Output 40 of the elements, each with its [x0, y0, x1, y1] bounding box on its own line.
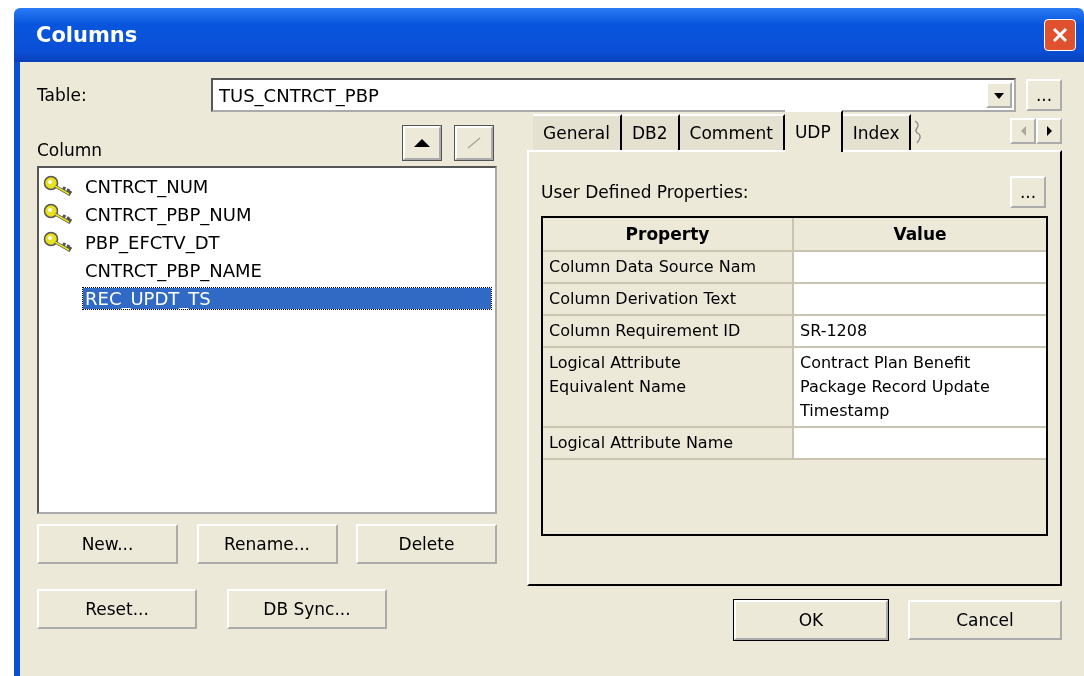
table-label: Table:	[37, 85, 87, 105]
list-action-button[interactable]: Rename...	[196, 524, 338, 564]
dialog-button[interactable]: OK	[734, 600, 888, 640]
column-item[interactable]: REC_UPDT_TS	[83, 287, 491, 309]
value-cell[interactable]	[794, 284, 1046, 314]
dialog-button[interactable]: Cancel	[908, 600, 1062, 640]
column-item[interactable]: CNTRCT_NUM	[83, 175, 211, 197]
column-label: Column	[37, 140, 103, 160]
value-cell[interactable]	[794, 428, 1046, 458]
value-cell[interactable]: Contract Plan Benefit Package Record Update Timestamp	[794, 348, 1046, 426]
close-button[interactable]	[1044, 19, 1076, 51]
action-button[interactable]: Reset...	[37, 589, 197, 629]
tab[interactable]: Comment	[679, 114, 785, 150]
dropdown-button[interactable]	[986, 82, 1012, 108]
tab[interactable]: UDP	[784, 110, 843, 152]
move-up-button[interactable]	[403, 126, 441, 160]
right-arrow-icon	[1044, 125, 1054, 137]
tab[interactable]: Index	[842, 114, 912, 150]
column-header: Property	[543, 218, 794, 250]
udp-label: User Defined Properties:	[541, 182, 749, 202]
tab-scroll-right-button[interactable]	[1036, 118, 1062, 144]
list-action-button[interactable]: New...	[37, 524, 178, 564]
window-title: Columns	[36, 23, 138, 47]
browse-button[interactable]: ...	[1026, 79, 1062, 111]
column-item[interactable]: CNTRCT_PBP_NUM	[83, 203, 254, 225]
tab[interactable]: DB2	[622, 114, 680, 150]
edit-properties-button[interactable]: ...	[1010, 176, 1046, 208]
column-item[interactable]: CNTRCT_PBP_NAME	[83, 259, 264, 281]
table-combo[interactable]: TUS_CNTRCT_PBP	[211, 78, 1016, 112]
column-item[interactable]: PBP_EFCTV_DT	[83, 231, 222, 253]
column-header: Value	[892, 223, 948, 246]
action-button[interactable]: DB Sync...	[227, 589, 387, 629]
close-icon	[1051, 26, 1069, 44]
value-cell[interactable]: SR-1208	[794, 316, 1046, 346]
list-action-button[interactable]: Delete	[356, 524, 497, 564]
tab-overflow-icon	[913, 120, 924, 144]
up-arrow-icon	[414, 137, 430, 149]
slash-icon	[466, 137, 482, 149]
tab[interactable]: General	[533, 114, 622, 150]
value-cell[interactable]	[794, 252, 1046, 282]
